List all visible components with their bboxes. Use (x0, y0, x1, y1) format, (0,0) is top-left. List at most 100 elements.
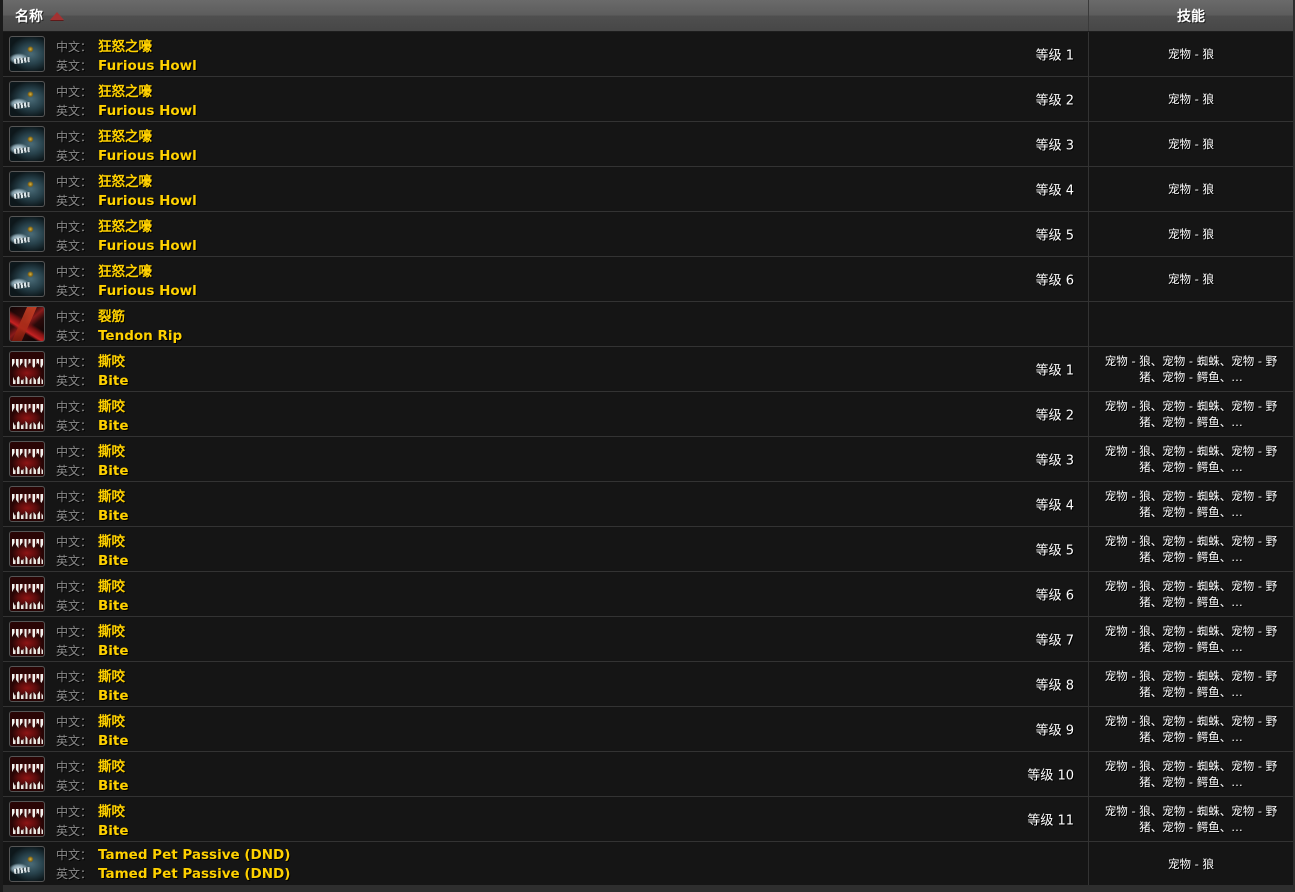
cell-skill[interactable]: 宠物 - 狼、宠物 - 蜘蛛、宠物 - 野猪、宠物 - 鳄鱼、… (1089, 707, 1293, 751)
cell-skill[interactable]: 宠物 - 狼、宠物 - 蜘蛛、宠物 - 野猪、宠物 - 鳄鱼、… (1089, 572, 1293, 616)
bite-jaws-icon[interactable] (9, 576, 45, 612)
cell-skill[interactable]: 宠物 - 狼、宠物 - 蜘蛛、宠物 - 野猪、宠物 - 鳄鱼、… (1089, 797, 1293, 841)
table-row[interactable]: 中文： 撕咬 英文： Bite 等级 10 宠物 - 狼、宠物 - 蜘蛛、宠物 - 野猪、… (3, 752, 1293, 797)
bite-jaws-icon[interactable] (9, 351, 45, 387)
cell-name[interactable]: 中文： 狂怒之嚎 英文： Furious Howl 等级 2 (3, 77, 1089, 121)
bite-jaws-icon[interactable] (9, 756, 45, 792)
cell-name[interactable]: 中文： 撕咬 英文： Bite 等级 6 (3, 572, 1089, 616)
english-name-value[interactable]: Bite (98, 778, 129, 794)
chinese-name-value[interactable]: 撕咬 (98, 755, 125, 775)
table-row[interactable]: 中文： 撕咬 英文： Bite 等级 6 宠物 - 狼、宠物 - 蜘蛛、宠物 - 野猪、宠… (3, 572, 1293, 617)
tendon-rip-icon[interactable] (9, 306, 45, 342)
bite-jaws-icon[interactable] (9, 396, 45, 432)
english-name-value[interactable]: Furious Howl (98, 58, 197, 74)
bite-jaws-icon[interactable] (9, 531, 45, 567)
bite-jaws-icon[interactable] (9, 621, 45, 657)
english-name-value[interactable]: Bite (98, 373, 129, 389)
wolf-head-icon[interactable] (9, 81, 45, 117)
english-name-value[interactable]: Tamed Pet Passive (DND) (98, 866, 290, 882)
chinese-name-value[interactable]: 撕咬 (98, 575, 125, 595)
cell-skill[interactable]: 宠物 - 狼、宠物 - 蜘蛛、宠物 - 野猪、宠物 - 鳄鱼、… (1089, 482, 1293, 526)
column-header-skill[interactable]: 技能 (1089, 0, 1293, 31)
cell-skill[interactable]: 宠物 - 狼、宠物 - 蜘蛛、宠物 - 野猪、宠物 - 鳄鱼、… (1089, 617, 1293, 661)
cell-name[interactable]: 中文： 撕咬 英文： Bite 等级 4 (3, 482, 1089, 526)
english-name-value[interactable]: Furious Howl (98, 283, 197, 299)
column-header-name[interactable]: 名称 (3, 0, 1089, 31)
cell-name[interactable]: 中文： 狂怒之嚎 英文： Furious Howl 等级 6 (3, 257, 1089, 301)
cell-name[interactable]: 中文： 撕咬 英文： Bite 等级 2 (3, 392, 1089, 436)
english-name-value[interactable]: Furious Howl (98, 238, 197, 254)
cell-skill[interactable]: 宠物 - 狼、宠物 - 蜘蛛、宠物 - 野猪、宠物 - 鳄鱼、… (1089, 347, 1293, 391)
wolf-head-icon[interactable] (9, 171, 45, 207)
cell-name[interactable]: 中文： 撕咬 英文： Bite 等级 1 (3, 347, 1089, 391)
table-row[interactable]: 中文： 撕咬 英文： Bite 等级 11 宠物 - 狼、宠物 - 蜘蛛、宠物 - 野猪、… (3, 797, 1293, 842)
english-name-value[interactable]: Bite (98, 688, 129, 704)
cell-skill[interactable]: 宠物 - 狼 (1089, 77, 1293, 121)
cell-skill[interactable]: 宠物 - 狼、宠物 - 蜘蛛、宠物 - 野猪、宠物 - 鳄鱼、… (1089, 752, 1293, 796)
table-row[interactable]: 中文： Tamed Pet Passive (DND) 英文： Tamed Pet P… (3, 842, 1293, 887)
cell-skill[interactable] (1089, 302, 1293, 346)
table-row[interactable]: 中文： 狂怒之嚎 英文： Furious Howl 等级 1 宠物 - 狼 (3, 32, 1293, 77)
cell-skill[interactable]: 宠物 - 狼、宠物 - 蜘蛛、宠物 - 野猪、宠物 - 鳄鱼、… (1089, 662, 1293, 706)
cell-skill[interactable]: 宠物 - 狼 (1089, 212, 1293, 256)
chinese-name-value[interactable]: 撕咬 (98, 800, 125, 820)
chinese-name-value[interactable]: 撕咬 (98, 530, 125, 550)
cell-name[interactable]: 中文： 撕咬 英文： Bite 等级 3 (3, 437, 1089, 481)
sort-ascending-triangle-icon[interactable] (50, 12, 64, 20)
english-name-value[interactable]: Bite (98, 418, 129, 434)
cell-skill[interactable]: 宠物 - 狼、宠物 - 蜘蛛、宠物 - 野猪、宠物 - 鳄鱼、… (1089, 437, 1293, 481)
bite-jaws-icon[interactable] (9, 666, 45, 702)
table-row[interactable]: 中文： 狂怒之嚎 英文： Furious Howl 等级 3 宠物 - 狼 (3, 122, 1293, 167)
cell-skill[interactable]: 宠物 - 狼 (1089, 32, 1293, 76)
english-name-value[interactable]: Bite (98, 598, 129, 614)
cell-skill[interactable]: 宠物 - 狼 (1089, 167, 1293, 211)
chinese-name-value[interactable]: 撕咬 (98, 485, 125, 505)
chinese-name-value[interactable]: 裂筋 (98, 305, 125, 325)
table-row[interactable]: 中文： 狂怒之嚎 英文： Furious Howl 等级 5 宠物 - 狼 (3, 212, 1293, 257)
cell-name[interactable]: 中文： Tamed Pet Passive (DND) 英文： Tamed Pet P… (3, 842, 1089, 886)
wolf-head-icon[interactable] (9, 261, 45, 297)
wolf-head-icon[interactable] (9, 36, 45, 72)
chinese-name-value[interactable]: 狂怒之嚎 (98, 215, 152, 235)
table-row[interactable]: 中文： 狂怒之嚎 英文： Furious Howl 等级 4 宠物 - 狼 (3, 167, 1293, 212)
cell-name[interactable]: 中文： 撕咬 英文： Bite 等级 7 (3, 617, 1089, 661)
english-name-value[interactable]: Bite (98, 733, 129, 749)
chinese-name-value[interactable]: 撕咬 (98, 395, 125, 415)
table-row[interactable]: 中文： 撕咬 英文： Bite 等级 9 宠物 - 狼、宠物 - 蜘蛛、宠物 - 野猪、宠… (3, 707, 1293, 752)
cell-name[interactable]: 中文： 裂筋 英文： Tendon Rip (3, 302, 1089, 346)
english-name-value[interactable]: Furious Howl (98, 103, 197, 119)
cell-skill[interactable]: 宠物 - 狼、宠物 - 蜘蛛、宠物 - 野猪、宠物 - 鳄鱼、… (1089, 527, 1293, 571)
chinese-name-value[interactable]: 狂怒之嚎 (98, 260, 152, 280)
chinese-name-value[interactable]: 撕咬 (98, 620, 125, 640)
bite-jaws-icon[interactable] (9, 486, 45, 522)
english-name-value[interactable]: Tendon Rip (98, 328, 182, 344)
english-name-value[interactable]: Bite (98, 508, 129, 524)
cell-name[interactable]: 中文： 狂怒之嚎 英文： Furious Howl 等级 3 (3, 122, 1089, 166)
english-name-value[interactable]: Furious Howl (98, 148, 197, 164)
english-name-value[interactable]: Bite (98, 463, 129, 479)
cell-skill[interactable]: 宠物 - 狼、宠物 - 蜘蛛、宠物 - 野猪、宠物 - 鳄鱼、… (1089, 392, 1293, 436)
table-row[interactable]: 中文： 撕咬 英文： Bite 等级 4 宠物 - 狼、宠物 - 蜘蛛、宠物 - 野猪、宠… (3, 482, 1293, 527)
chinese-name-value[interactable]: 狂怒之嚎 (98, 170, 152, 190)
table-row[interactable]: 中文： 撕咬 英文： Bite 等级 1 宠物 - 狼、宠物 - 蜘蛛、宠物 - 野猪、宠… (3, 347, 1293, 392)
chinese-name-value[interactable]: Tamed Pet Passive (DND) (98, 847, 290, 863)
wolf-head-icon[interactable] (9, 216, 45, 252)
table-row[interactable]: 中文： 狂怒之嚎 英文： Furious Howl 等级 2 宠物 - 狼 (3, 77, 1293, 122)
english-name-value[interactable]: Furious Howl (98, 193, 197, 209)
english-name-value[interactable]: Bite (98, 643, 129, 659)
cell-name[interactable]: 中文： 狂怒之嚎 英文： Furious Howl 等级 4 (3, 167, 1089, 211)
cell-skill[interactable]: 宠物 - 狼 (1089, 122, 1293, 166)
cell-name[interactable]: 中文： 撕咬 英文： Bite 等级 11 (3, 797, 1089, 841)
cell-name[interactable]: 中文： 狂怒之嚎 英文： Furious Howl 等级 1 (3, 32, 1089, 76)
chinese-name-value[interactable]: 撕咬 (98, 350, 125, 370)
bite-jaws-icon[interactable] (9, 801, 45, 837)
wolf-head-icon[interactable] (9, 846, 45, 882)
table-row[interactable]: 中文： 撕咬 英文： Bite 等级 7 宠物 - 狼、宠物 - 蜘蛛、宠物 - 野猪、宠… (3, 617, 1293, 662)
table-row[interactable]: 中文： 撕咬 英文： Bite 等级 3 宠物 - 狼、宠物 - 蜘蛛、宠物 - 野猪、宠… (3, 437, 1293, 482)
table-row[interactable]: 中文： 撕咬 英文： Bite 等级 2 宠物 - 狼、宠物 - 蜘蛛、宠物 - 野猪、宠… (3, 392, 1293, 437)
cell-skill[interactable]: 宠物 - 狼 (1089, 257, 1293, 301)
chinese-name-value[interactable]: 狂怒之嚎 (98, 35, 152, 55)
wolf-head-icon[interactable] (9, 126, 45, 162)
chinese-name-value[interactable]: 撕咬 (98, 440, 125, 460)
english-name-value[interactable]: Bite (98, 553, 129, 569)
